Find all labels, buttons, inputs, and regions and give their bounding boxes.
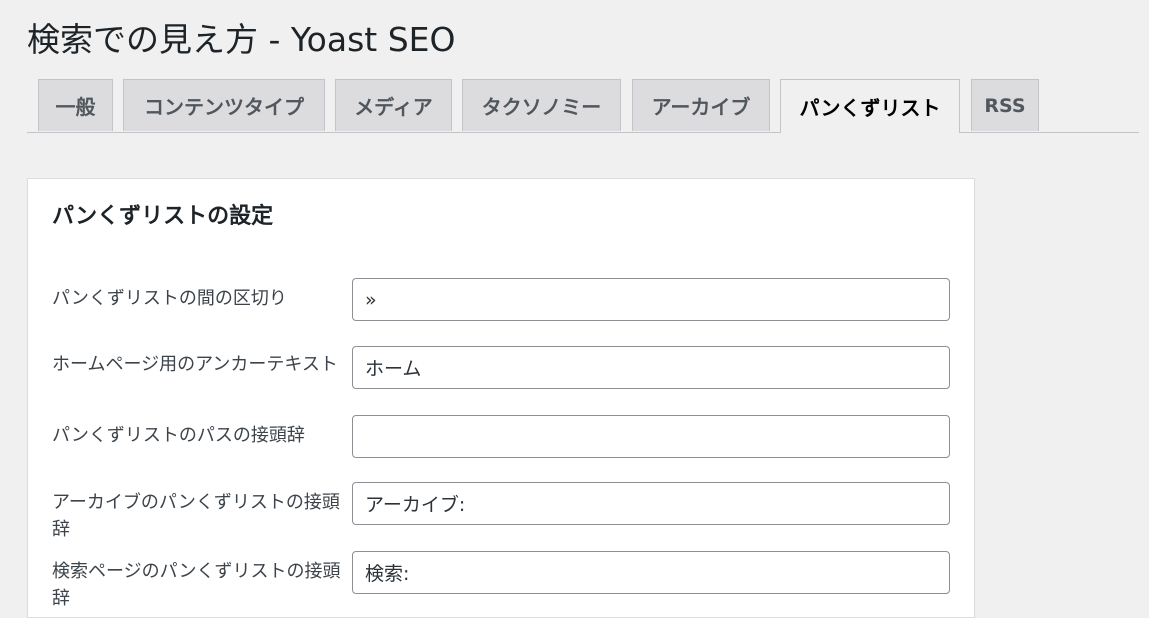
path-prefix-input[interactable] bbox=[352, 415, 950, 458]
search-prefix-label: 検索ページのパンくずリストの接頭辞 bbox=[52, 561, 341, 609]
page-title: 検索での見え方 - Yoast SEO bbox=[27, 20, 456, 59]
tab-taxonomies[interactable]: タクソノミー bbox=[462, 79, 621, 131]
archive-prefix-label: アーカイブのパンくずリストの接頭辞 bbox=[52, 492, 340, 540]
separator-input[interactable] bbox=[352, 278, 950, 321]
home-anchor-text-input[interactable] bbox=[352, 346, 950, 389]
home-anchor-text-label: ホームページ用のアンカーテキスト bbox=[52, 354, 338, 375]
tab-media[interactable]: メディア bbox=[335, 79, 452, 131]
search-prefix-input[interactable] bbox=[352, 551, 950, 594]
breadcrumbs-settings-card: パンくずリストの設定 パンくずリストの間の区切り ホームページ用のアンカーテキス… bbox=[27, 178, 975, 618]
tab-archives[interactable]: アーカイブ bbox=[632, 79, 770, 131]
path-prefix-label: パンくずリストのパスの接頭辞 bbox=[52, 425, 305, 446]
separator-label: パンくずリストの間の区切り bbox=[52, 288, 287, 309]
archive-prefix-input[interactable] bbox=[352, 482, 950, 525]
tab-content-types[interactable]: コンテンツタイプ bbox=[123, 79, 325, 131]
tab-breadcrumbs[interactable]: パンくずリスト bbox=[780, 79, 960, 133]
tab-general[interactable]: 一般 bbox=[38, 79, 113, 131]
section-heading: パンくずリストの設定 bbox=[52, 204, 274, 229]
tab-rss[interactable]: RSS bbox=[971, 79, 1039, 131]
settings-tabs: 一般 コンテンツタイプ メディア タクソノミー アーカイブ パンくずリスト RS… bbox=[27, 79, 1139, 133]
